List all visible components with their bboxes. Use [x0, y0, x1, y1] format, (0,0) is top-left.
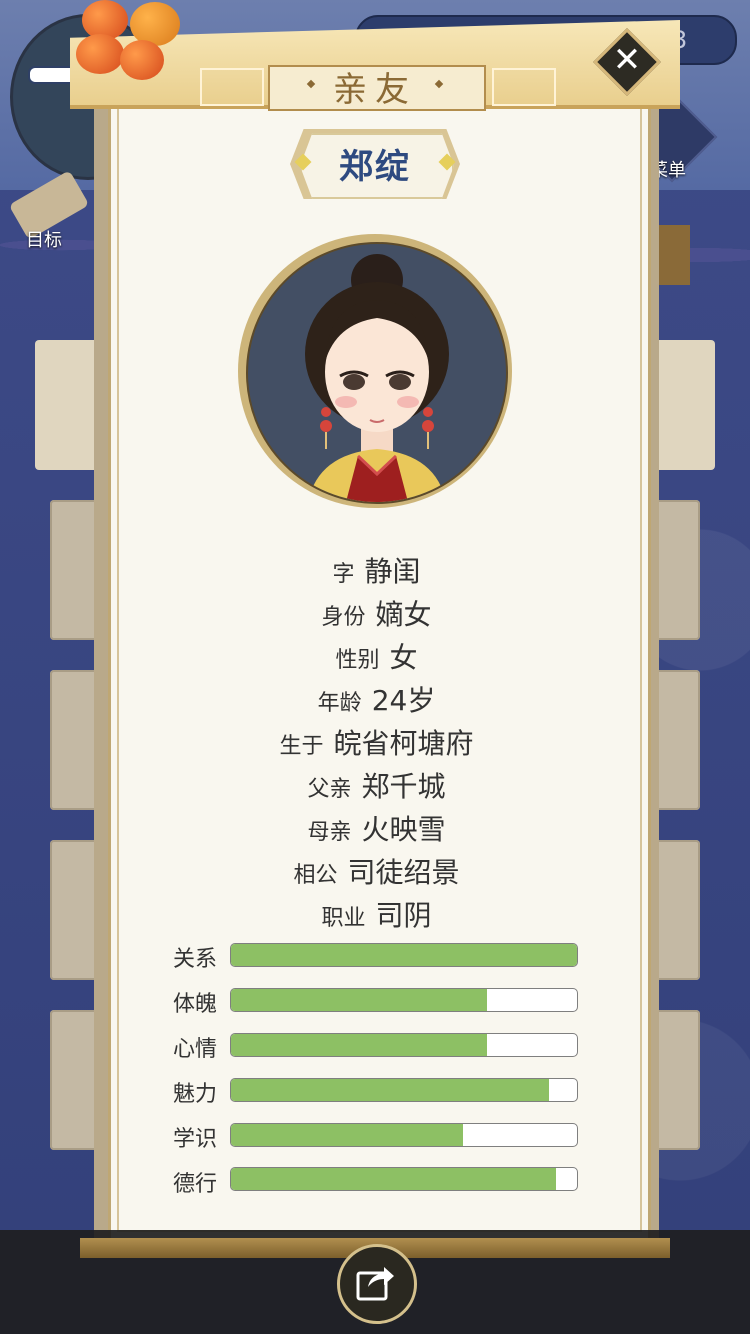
info-row-identity: 身份 嫡女: [108, 593, 645, 633]
character-name: 郑绽: [339, 147, 411, 187]
dialog-title: 亲友: [333, 70, 417, 110]
stat-bar-mood: [230, 1033, 578, 1057]
stat-fill: [231, 1168, 557, 1190]
info-label: 身份: [321, 605, 366, 630]
info-value: 女: [389, 641, 418, 674]
info-value: 皖省柯塘府: [333, 727, 474, 760]
stat-label-mood: 心情: [173, 1037, 218, 1062]
info-row-occupation: 职业 司阴: [108, 894, 645, 934]
info-value: 24岁: [371, 684, 436, 717]
character-portrait: [246, 242, 508, 504]
info-label: 字: [332, 562, 355, 587]
stat-bar-knowledge: [230, 1123, 578, 1147]
stat-label-knowledge: 学识: [173, 1127, 218, 1152]
info-label: 生于: [279, 734, 324, 759]
stat-fill: [231, 989, 488, 1011]
info-row-husband: 相公 司徒绍景: [108, 851, 645, 891]
header-ornament: [492, 68, 556, 106]
background-card: [655, 500, 700, 640]
info-value: 静闺: [364, 555, 421, 588]
stat-label-charm: 魅力: [173, 1082, 218, 1107]
stat-fill: [231, 944, 577, 966]
stat-fill: [231, 1034, 488, 1056]
info-label: 母亲: [307, 820, 352, 845]
goal-label[interactable]: 目标: [26, 226, 62, 252]
stat-fill: [231, 1124, 463, 1146]
side-arrow-icon[interactable]: [655, 225, 690, 285]
stat-bar-relationship: [230, 943, 578, 967]
info-value: 嫡女: [375, 598, 432, 631]
background-card: [655, 1010, 700, 1150]
persimmon-icon: [120, 40, 164, 80]
background-scroll-right: [655, 340, 715, 470]
info-label: 职业: [321, 906, 366, 931]
stat-label-physique: 体魄: [173, 992, 218, 1017]
header-ornament: [200, 68, 264, 106]
info-value: 司徒绍景: [347, 856, 460, 889]
persimmon-icon: [76, 34, 124, 74]
info-row-age: 年龄 24岁: [108, 679, 645, 719]
info-row-birthplace: 生于 皖省柯塘府: [108, 722, 645, 762]
info-label: 父亲: [307, 777, 352, 802]
info-value: 郑千城: [361, 770, 446, 803]
background-card: [655, 670, 700, 810]
background-card: [655, 840, 700, 980]
info-label: 性别: [335, 648, 380, 673]
stat-label-virtue: 德行: [173, 1172, 218, 1197]
close-icon[interactable]: ✕: [603, 36, 651, 84]
stat-bar-physique: [230, 988, 578, 1012]
info-label: 相公: [293, 863, 338, 888]
info-row-gender: 性别女: [108, 636, 645, 676]
info-value: 司阴: [375, 899, 432, 932]
info-value: 火映雪: [361, 813, 446, 846]
info-row-father: 父亲 郑千城: [108, 765, 645, 805]
stat-label-relationship: 关系: [173, 947, 218, 972]
stat-fill: [231, 1079, 550, 1101]
info-label: 年龄: [317, 691, 362, 716]
info-row-mother: 母亲 火映雪: [108, 808, 645, 848]
stat-bar-charm: [230, 1078, 578, 1102]
info-row-courtesy-name: 字静闺: [108, 550, 645, 590]
stat-bar-virtue: [230, 1167, 578, 1191]
share-icon[interactable]: [350, 1257, 400, 1307]
